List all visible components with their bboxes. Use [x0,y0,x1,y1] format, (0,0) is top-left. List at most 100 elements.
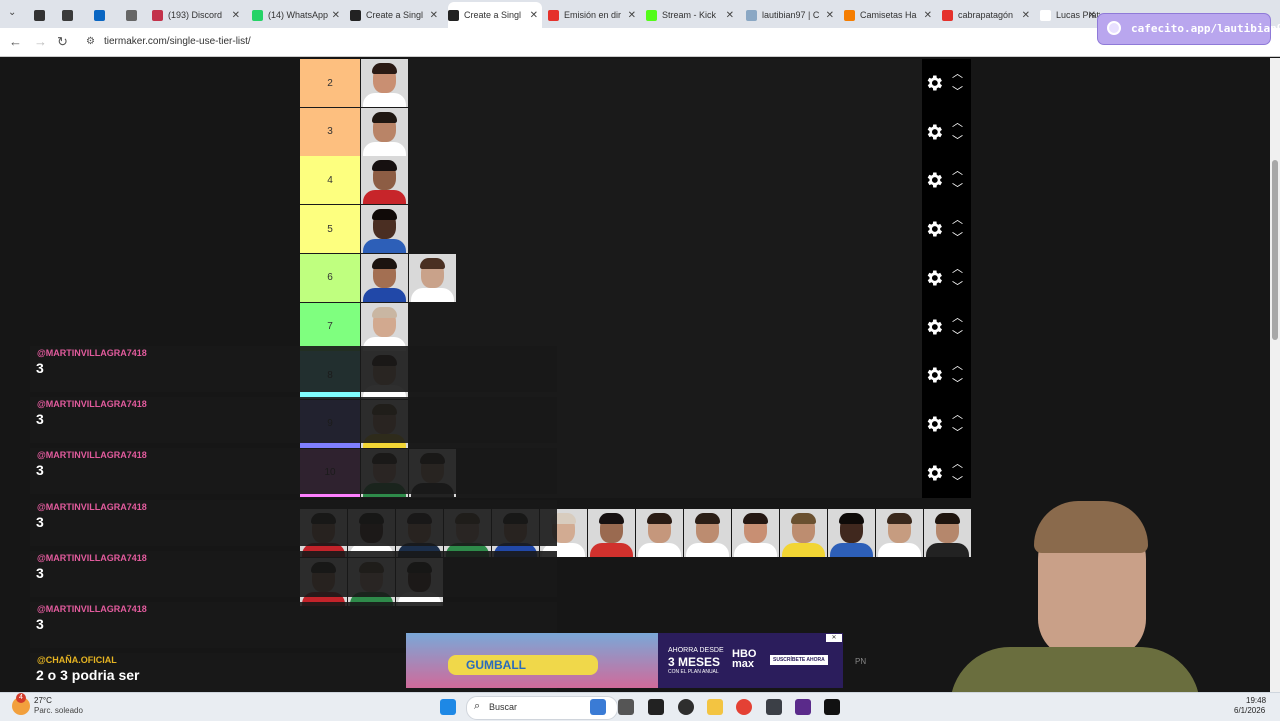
player-card[interactable] [361,59,408,107]
chevron-down-icon[interactable]: ﹀ [952,184,963,195]
tab-close-icon[interactable]: ✕ [924,10,932,21]
tab-close-icon[interactable]: ✕ [1088,10,1096,21]
tab-close-icon[interactable]: ✕ [628,10,636,21]
tab-close-icon[interactable]: ✕ [430,10,438,21]
chevron-up-icon[interactable]: ︿ [952,361,963,372]
chevron-down-icon[interactable]: ﹀ [952,379,963,390]
gear-icon[interactable] [924,414,944,434]
chevron-up-icon[interactable]: ︿ [952,312,963,323]
tier-label[interactable]: 6 [300,253,360,302]
pool-player-card[interactable] [732,509,779,557]
chevron-down-icon[interactable]: ﹀ [952,87,963,98]
clock-time: 19:48 [1246,696,1267,705]
file-explorer-icon[interactable] [707,699,723,715]
tab-close-icon[interactable]: ✕ [232,10,240,21]
tab-3[interactable] [126,4,144,26]
chrome-icon[interactable] [736,699,752,715]
tab-close-icon[interactable]: ✕ [826,10,834,21]
player-card[interactable] [361,253,408,302]
tab-4[interactable]: (193) Discord ✕ [152,4,244,26]
gear-icon[interactable] [924,73,944,93]
reload-icon[interactable]: ↻ [57,34,68,50]
chevron-up-icon[interactable]: ︿ [952,117,963,128]
tab-1[interactable] [62,4,80,26]
gear-icon[interactable] [924,463,944,483]
tab-9[interactable]: Stream - Kick ✕ [646,4,738,26]
tab-close-icon[interactable]: ✕ [1022,10,1030,21]
page-scrollbar[interactable] [1270,58,1280,692]
tab-13[interactable]: Lucas Pratt ✕ [1040,4,1100,26]
ad-close-icon[interactable]: ✕ [826,634,842,642]
tab-11[interactable]: Camisetas Ha ✕ [844,4,936,26]
steam-icon[interactable] [766,699,782,715]
chevron-down-icon[interactable]: ﹀ [952,476,963,487]
player-card[interactable] [361,205,408,254]
tier-label[interactable]: 5 [300,205,360,254]
chat-text: 3 [36,462,44,478]
gear-icon[interactable] [924,219,944,239]
ad-banner[interactable]: GUMBALL AHORRA DESDE 3 MESES CON EL PLAN… [406,633,843,688]
gear-icon[interactable] [924,268,944,288]
ad-cta-button[interactable]: SUSCRÍBETE AHORA [770,655,828,665]
site-info-icon[interactable]: ⚙ [86,36,95,47]
tier-label[interactable]: 4 [300,156,360,205]
tier-controls: ︿ ﹀ [922,156,971,206]
widgets-icon[interactable] [590,699,606,715]
tab-5[interactable]: (14) WhatsApp ✕ [252,4,344,26]
tab-8[interactable]: Emisión en dir ✕ [548,4,640,26]
chevron-down-icon[interactable]: ﹀ [952,233,963,244]
pool-player-card[interactable] [828,509,875,557]
tab-2[interactable] [94,4,112,26]
player-card[interactable] [361,156,408,205]
tab-title: (193) Discord [168,10,223,20]
gear-icon[interactable] [924,365,944,385]
ad-headline: AHORRA DESDE [668,647,724,654]
pool-player-card[interactable] [588,509,635,557]
gear-icon[interactable] [924,122,944,142]
player-card[interactable] [409,253,456,302]
chevron-up-icon[interactable]: ︿ [952,166,963,177]
chevron-up-icon[interactable]: ︿ [952,409,963,420]
url-field[interactable]: tiermaker.com/single-use-tier-list/ [104,36,251,47]
chat-text: 3 [36,565,44,581]
pool-player-card[interactable] [780,509,827,557]
tab-10[interactable]: lautibian97 | C ✕ [746,4,838,26]
gear-icon[interactable] [924,317,944,337]
back-icon[interactable]: ← [9,34,22,49]
chevron-up-icon[interactable]: ︿ [952,263,963,274]
chevron-down-icon[interactable]: ﹀ [952,135,963,146]
chevron-down-icon[interactable]: ﹀ [952,281,963,292]
tab-0[interactable] [34,4,52,26]
tier-label[interactable]: 2 [300,59,360,107]
tab-12[interactable]: cabrapatagón ✕ [942,4,1034,26]
tab-6[interactable]: Create a Singl ✕ [350,4,442,26]
chevron-up-icon[interactable]: ︿ [952,215,963,226]
gear-icon[interactable] [924,170,944,190]
streamer-shirt [950,647,1200,692]
premiere-icon[interactable] [795,699,811,715]
tab-close-icon[interactable]: ✕ [726,10,734,21]
tab-close-icon[interactable]: ✕ [332,10,340,21]
task-view-icon[interactable] [618,699,634,715]
capcut-icon[interactable] [824,699,840,715]
tier-controls: ︿ ﹀ [922,399,971,449]
tab-7[interactable]: Create a Singl ✕ [448,2,542,28]
chevron-up-icon[interactable]: ︿ [952,458,963,469]
player-card[interactable] [361,302,408,351]
scrollbar-thumb[interactable] [1272,160,1278,340]
tier-label[interactable]: 7 [300,302,360,351]
windows-start-icon[interactable] [440,699,456,715]
donation-overlay-label: cafecito.app/lautibian97 [1131,22,1280,35]
tab-close-icon[interactable]: ✕ [530,10,538,21]
tab-search-chevron-icon[interactable]: ⌄ [8,7,16,18]
chevron-down-icon[interactable]: ﹀ [952,330,963,341]
obs-icon[interactable] [678,699,694,715]
player-card[interactable] [361,107,408,156]
chevron-up-icon[interactable]: ︿ [952,69,963,80]
chevron-down-icon[interactable]: ﹀ [952,427,963,438]
pool-player-card[interactable] [684,509,731,557]
app-icon[interactable] [648,699,664,715]
forward-icon[interactable]: → [34,34,47,49]
tier-label[interactable]: 3 [300,107,360,156]
pool-player-card[interactable] [636,509,683,557]
